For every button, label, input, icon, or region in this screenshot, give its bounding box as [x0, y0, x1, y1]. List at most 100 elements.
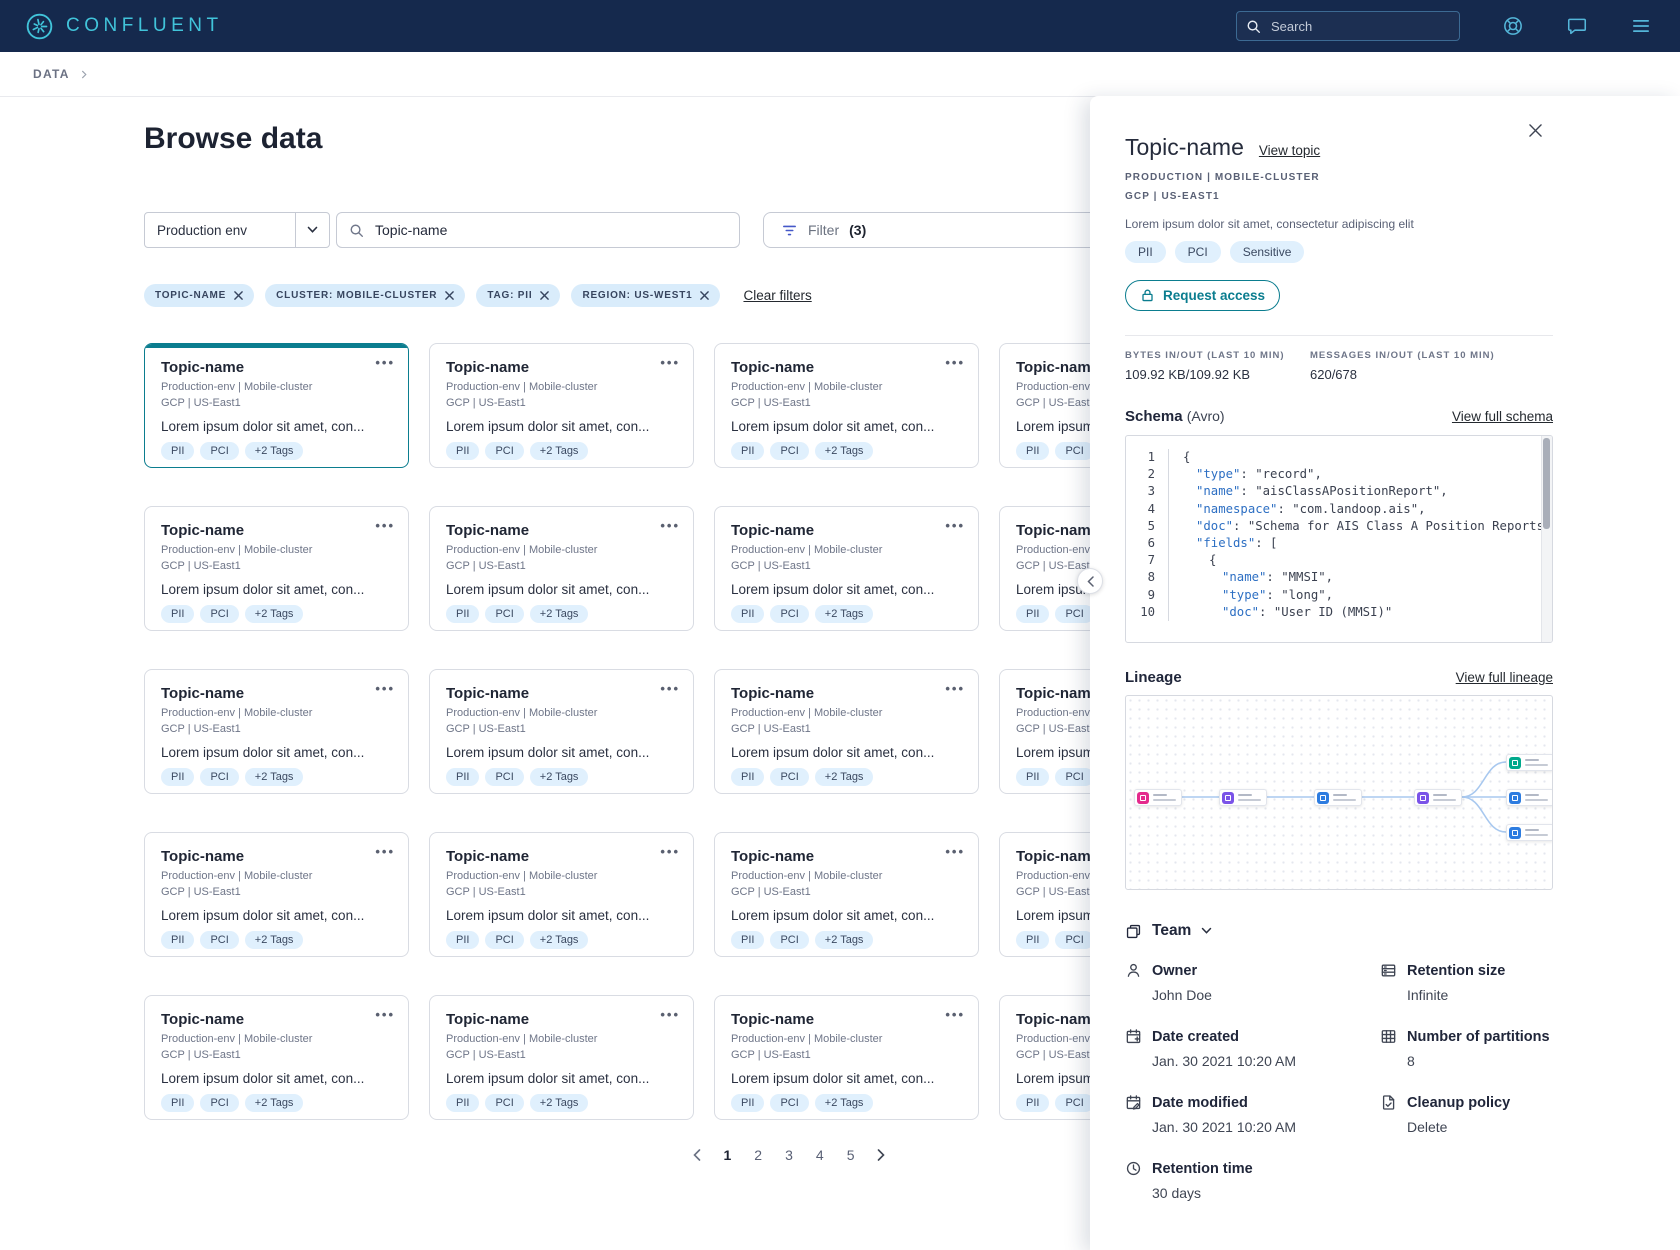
pagination-page[interactable]: 5 [847, 1147, 855, 1163]
card-menu-icon[interactable]: ••• [375, 845, 395, 858]
card-menu-icon[interactable]: ••• [375, 1008, 395, 1021]
topic-card[interactable]: •••Topic-nameProduction-env | Mobile-clu… [144, 995, 409, 1120]
topic-search-input[interactable] [373, 221, 727, 239]
pagination-page[interactable]: 2 [754, 1147, 762, 1163]
card-menu-icon[interactable]: ••• [945, 682, 965, 695]
topic-card[interactable]: •••Topic-nameProduction-env | Mobile-clu… [429, 506, 694, 631]
card-menu-icon[interactable]: ••• [375, 682, 395, 695]
tag-pill: PCI [485, 931, 523, 949]
filter-chip[interactable]: REGION: US-WEST1 [571, 284, 720, 307]
hamburger-menu-icon[interactable] [1630, 15, 1652, 37]
pagination-next-icon[interactable] [877, 1149, 885, 1161]
lineage-app-node[interactable] [1506, 789, 1553, 806]
close-icon[interactable] [1529, 124, 1542, 137]
lineage-topic-node[interactable] [1414, 789, 1462, 806]
card-menu-icon[interactable]: ••• [660, 356, 680, 369]
topic-card[interactable]: •••Topic-nameProduction-env | Mobile-clu… [144, 669, 409, 794]
topic-card[interactable]: •••Topic-nameProduction-env | Mobile-clu… [429, 343, 694, 468]
card-menu-icon[interactable]: ••• [945, 356, 965, 369]
filter-toolbar: Production env Filter (3) [144, 212, 1163, 248]
tag-pill: PCI [200, 442, 238, 460]
topic-card[interactable]: •••Topic-nameProduction-env | Mobile-clu… [144, 506, 409, 631]
schema-code-line: 4"namespace": "com.landoop.ais", [1126, 501, 1552, 518]
topic-card[interactable]: •••Topic-nameProduction-env | Mobile-clu… [714, 995, 979, 1120]
card-menu-icon[interactable]: ••• [660, 682, 680, 695]
card-menu-icon[interactable]: ••• [660, 845, 680, 858]
topic-card[interactable]: •••Topic-nameProduction-env | Mobile-clu… [429, 995, 694, 1120]
topic-card[interactable]: •••Topic-nameProduction-env | Mobile-clu… [714, 506, 979, 631]
card-menu-icon[interactable]: ••• [945, 1008, 965, 1021]
lineage-app-node[interactable] [1506, 824, 1553, 841]
topic-card[interactable]: •••Topic-nameProduction-env | Mobile-clu… [144, 832, 409, 957]
card-description: Lorem ipsum dolor sit amet, con... [731, 745, 962, 760]
code-line-number: 3 [1126, 483, 1168, 500]
tag-pill: PII [1016, 605, 1049, 623]
lineage-connector-node[interactable] [1506, 754, 1553, 771]
tag-pill: PCI [485, 442, 523, 460]
help-icon[interactable] [1502, 15, 1524, 37]
lineage-topic-node[interactable] [1219, 789, 1267, 806]
tag-pill: +2 Tags [530, 768, 589, 786]
tag-pill: PII [731, 605, 764, 623]
view-full-schema-link[interactable]: View full schema [1452, 409, 1553, 424]
filter-chip[interactable]: CLUSTER: MOBILE-CLUSTER [265, 284, 465, 307]
lineage-node-label [1333, 794, 1356, 802]
lineage-diagram[interactable] [1125, 695, 1553, 890]
topic-stats: BYTES IN/OUT (LAST 10 MIN)109.92 KB/109.… [1125, 350, 1553, 382]
schema-heading: Schema (Avro) [1125, 408, 1225, 425]
breadcrumb: DATA [0, 52, 1680, 97]
topic-card[interactable]: •••Topic-nameProduction-env | Mobile-clu… [714, 343, 979, 468]
global-search-input[interactable] [1269, 18, 1450, 35]
filter-chip[interactable]: TAG: PII [476, 284, 560, 307]
pagination-page[interactable]: 4 [816, 1147, 824, 1163]
chat-icon[interactable] [1566, 15, 1588, 37]
card-menu-icon[interactable]: ••• [660, 519, 680, 532]
scrollbar-thumb[interactable] [1543, 438, 1550, 529]
scrollbar[interactable] [1541, 436, 1552, 642]
card-meta-env: Production-env | Mobile-cluster [731, 869, 962, 885]
pagination-page[interactable]: 3 [785, 1147, 793, 1163]
view-full-lineage-link[interactable]: View full lineage [1456, 670, 1553, 685]
card-menu-icon[interactable]: ••• [660, 1008, 680, 1021]
filter-chip[interactable]: TOPIC-NAME [144, 284, 254, 307]
remove-chip-icon[interactable] [445, 291, 454, 300]
view-topic-link[interactable]: View topic [1259, 143, 1320, 158]
card-tags: PIIPCI+2 Tags [446, 442, 677, 460]
request-access-button[interactable]: Request access [1125, 280, 1280, 311]
lineage-app-node[interactable] [1314, 789, 1362, 806]
code-line-content: "type": "record", [1168, 466, 1322, 483]
topic-card[interactable]: •••Topic-nameProduction-env | Mobile-clu… [714, 669, 979, 794]
pagination-prev-icon[interactable] [693, 1149, 701, 1161]
topic-card[interactable]: •••Topic-nameProduction-env | Mobile-clu… [714, 832, 979, 957]
lineage-node-label [1238, 794, 1261, 802]
tag-pill: PCI [1055, 931, 1093, 949]
collapse-panel-handle[interactable] [1077, 568, 1103, 594]
lineage-source-node[interactable] [1134, 789, 1182, 806]
remove-chip-icon[interactable] [700, 291, 709, 300]
topic-card[interactable]: •••Topic-nameProduction-env | Mobile-clu… [429, 832, 694, 957]
remove-chip-icon[interactable] [234, 291, 243, 300]
search-icon [1246, 19, 1261, 34]
remove-chip-icon[interactable] [540, 291, 549, 300]
pagination-page[interactable]: 1 [724, 1147, 732, 1163]
card-meta-env: Production-env | Mobile-cluster [731, 1032, 962, 1048]
card-menu-icon[interactable]: ••• [945, 519, 965, 532]
topic-card[interactable]: •••Topic-nameProduction-env | Mobile-clu… [429, 669, 694, 794]
card-menu-icon[interactable]: ••• [375, 519, 395, 532]
card-meta: Production-env | Mobile-clusterGCP | US-… [161, 869, 392, 901]
topic-card[interactable]: •••Topic-nameProduction-env | Mobile-clu… [144, 343, 409, 468]
card-menu-icon[interactable]: ••• [375, 356, 395, 369]
chevron-down-icon[interactable] [295, 213, 329, 247]
clear-filters-link[interactable]: Clear filters [743, 288, 811, 303]
card-menu-icon[interactable]: ••• [945, 845, 965, 858]
card-description: Lorem ipsum dolor sit amet, con... [161, 582, 392, 597]
code-line-number: 7 [1126, 552, 1168, 569]
topic-search-box[interactable] [336, 212, 740, 248]
breadcrumb-data[interactable]: DATA [33, 67, 70, 81]
global-search-box[interactable] [1236, 11, 1460, 41]
environment-dropdown[interactable]: Production env [144, 212, 330, 248]
card-meta-env: Production-env | Mobile-cluster [446, 869, 677, 885]
lineage-node-icon [1222, 792, 1234, 804]
team-section-header[interactable]: Team [1125, 922, 1553, 940]
detail-field-value: 8 [1407, 1053, 1553, 1069]
